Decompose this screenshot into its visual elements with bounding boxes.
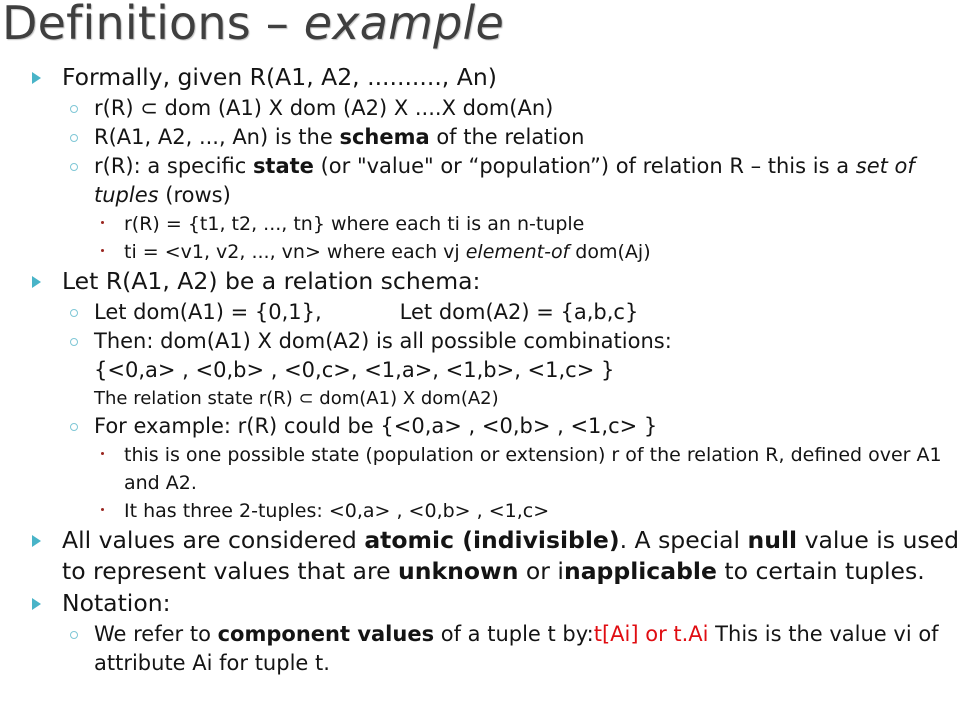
atomic-mid: . A special — [619, 526, 748, 554]
list-item-label: r(R): a specific state (or "value" or “p… — [94, 152, 960, 210]
arrow-bullet-icon — [32, 72, 41, 84]
list-item-label: r(R) = {t1, t2, ..., tn} where each ti i… — [124, 213, 585, 235]
list-item-let-schema: Let R(A1, A2) be a relation schema: — [0, 266, 960, 297]
page-title-italic: example — [303, 0, 504, 50]
circle-bullet-icon — [70, 134, 78, 142]
tuple-vals-italic: element-of — [465, 241, 570, 263]
list-item-label: For example: r(R) could be {<0,a> , <0,b… — [94, 414, 658, 438]
list-item-rr-subset: r(R) ⊂ dom (A1) X dom (A2) X ....X dom(A… — [0, 94, 960, 123]
tuple-vals-post: dom(Aj) — [569, 241, 651, 263]
tuple-vals-pre: ti = <v1, v2, ..., vn> where each vj — [124, 241, 466, 263]
schema-keyword: schema — [339, 125, 430, 149]
combinations-set-line: {<0,a> , <0,b> , <0,c>, <1,a>, <1,b>, <1… — [0, 356, 960, 385]
list-item-label: Let dom(A1) = {0,1}, Let dom(A2) = {a,b,c… — [94, 298, 960, 327]
list-item-label: ti = <v1, v2, ..., vn> where each vj ele… — [124, 238, 960, 266]
schema-post: of the relation — [429, 125, 585, 149]
list-item-label: We refer to component values of a tuple … — [94, 620, 960, 678]
state-keyword: state — [252, 154, 314, 178]
dot-bullet-icon — [101, 452, 105, 456]
list-item-atomic-values: All values are considered atomic (indivi… — [0, 525, 960, 587]
list-item-one-possible-state: this is one possible state (population o… — [0, 441, 960, 497]
state-post: (rows) — [158, 183, 231, 207]
unknown-keyword: unknown — [398, 557, 519, 585]
list-item-label: Notation: — [62, 589, 171, 617]
list-item-combinations: Then: dom(A1) X dom(A2) is all possible … — [0, 327, 960, 356]
circle-bullet-icon — [70, 163, 78, 171]
dot-bullet-icon — [101, 249, 105, 253]
arrow-bullet-icon — [32, 276, 41, 288]
list-item-label: Formally, given R(A1, A2, .........., An… — [62, 63, 497, 91]
schema-pre: R(A1, A2, ..., An) is the — [94, 125, 340, 149]
state-mid: (or "value" or “population”) of relation… — [313, 154, 856, 178]
dot-bullet-icon — [101, 508, 105, 512]
list-item-label: this is one possible state (population o… — [124, 444, 942, 494]
relation-state-value: The relation state r(R) ⊂ dom(A1) X dom(… — [94, 388, 499, 409]
list-item-label: It has three 2-tuples: <0,a> , <0,b> , <… — [124, 500, 550, 522]
list-item-label: Let R(A1, A2) be a relation schema: — [62, 267, 481, 295]
component-mid: of a tuple t by: — [434, 622, 594, 646]
component-keyword: component values — [217, 622, 435, 646]
arrow-bullet-icon — [32, 535, 41, 547]
circle-bullet-icon — [70, 309, 78, 317]
list-item-label: All values are considered atomic (indivi… — [62, 525, 960, 587]
slide-body: Formally, given R(A1, A2, .........., An… — [0, 62, 960, 678]
list-item-let-domains: Let dom(A1) = {0,1}, Let dom(A2) = {a,b,c… — [0, 298, 960, 327]
page-title-main: Definitions — [2, 0, 251, 50]
inapplicable-keyword: napplicable — [563, 557, 717, 585]
list-item-label: Then: dom(A1) X dom(A2) is all possible … — [94, 329, 672, 353]
circle-bullet-icon — [70, 105, 78, 113]
circle-bullet-icon — [70, 423, 78, 431]
list-item-for-example: For example: r(R) could be {<0,a> , <0,b… — [0, 412, 960, 441]
page-title: Definitions – example — [2, 0, 504, 52]
dom-a2-value: Let dom(A2) = {a,b,c} — [399, 300, 639, 324]
component-notation-highlight: t[Ai] or t.Ai — [593, 622, 709, 646]
atomic-post: to certain tuples. — [716, 557, 925, 585]
list-item-component-values: We refer to component values of a tuple … — [0, 620, 960, 678]
relation-state-line: The relation state r(R) ⊂ dom(A1) X dom(… — [0, 385, 960, 412]
dot-bullet-icon — [101, 221, 105, 225]
atomic-pre: All values are considered — [62, 526, 365, 554]
list-item-state: r(R): a specific state (or "value" or “p… — [0, 152, 960, 210]
list-item-notation: Notation: — [0, 588, 960, 619]
arrow-bullet-icon — [32, 598, 41, 610]
state-pre: r(R): a specific — [94, 154, 253, 178]
component-pre: We refer to — [94, 622, 218, 646]
list-item-tuple-values: ti = <v1, v2, ..., vn> where each vj ele… — [0, 238, 960, 266]
page-title-dash: – — [250, 0, 304, 50]
list-item-three-tuples: It has three 2-tuples: <0,a> , <0,b> , <… — [0, 497, 960, 525]
dom-a1-value: Let dom(A1) = {0,1}, — [94, 300, 322, 324]
circle-bullet-icon — [70, 338, 78, 346]
atomic-keyword: atomic (indivisible) — [364, 526, 620, 554]
list-item-label: R(A1, A2, ..., An) is the schema of the … — [94, 123, 960, 152]
list-item-label: r(R) ⊂ dom (A1) X dom (A2) X ....X dom(A… — [94, 96, 554, 120]
null-keyword: null — [747, 526, 798, 554]
list-item-formally: Formally, given R(A1, A2, .........., An… — [0, 62, 960, 93]
circle-bullet-icon — [70, 631, 78, 639]
list-item-tuple-def: r(R) = {t1, t2, ..., tn} where each ti i… — [0, 210, 960, 238]
combinations-set-value: {<0,a> , <0,b> , <0,c>, <1,a>, <1,b>, <1… — [94, 358, 615, 382]
atomic-or: or i — [518, 557, 564, 585]
list-item-schema: R(A1, A2, ..., An) is the schema of the … — [0, 123, 960, 152]
